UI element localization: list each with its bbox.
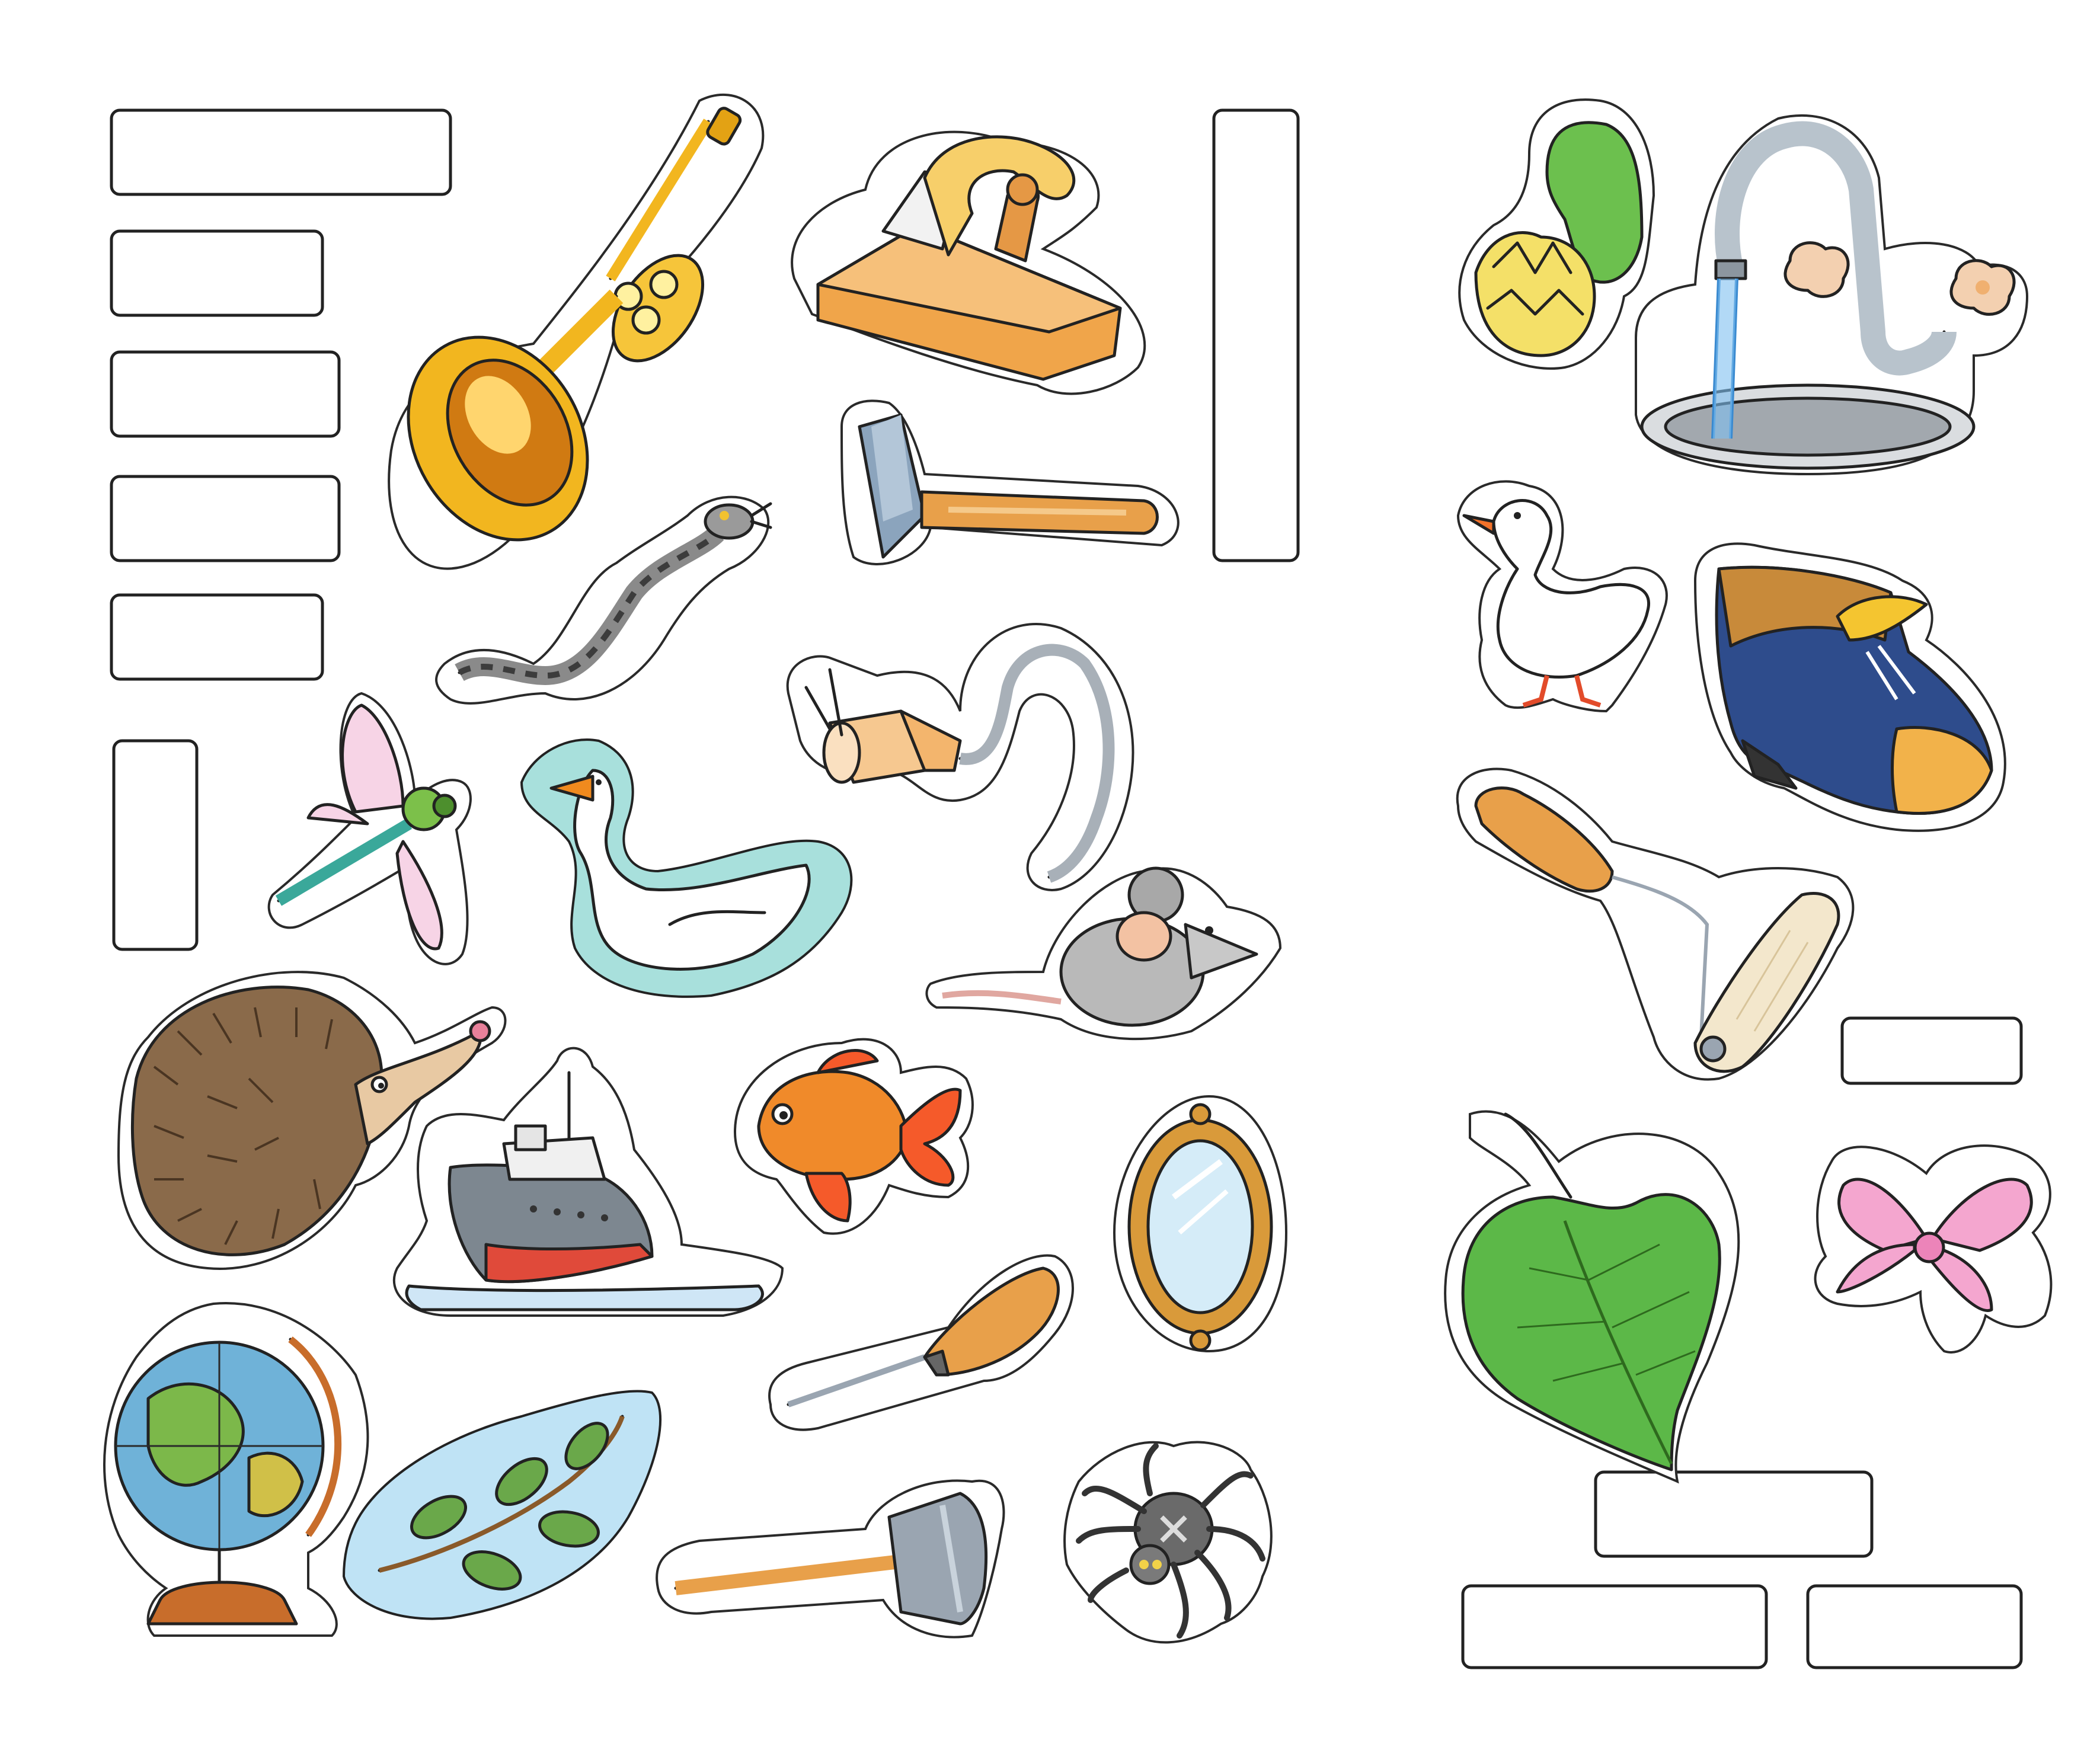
label-slot[interactable]	[110, 229, 324, 317]
ship-icon[interactable]	[393, 1047, 784, 1317]
branch-icon[interactable]	[342, 1390, 662, 1620]
label-slot[interactable]	[1806, 1584, 2023, 1669]
sticker-sheet	[0, 0, 2100, 1750]
dragonfly-icon[interactable]	[267, 692, 472, 965]
label-slot[interactable]	[110, 350, 341, 438]
label-slot[interactable]	[110, 108, 452, 196]
leaf-icon[interactable]	[1444, 1110, 1740, 1484]
label-slot[interactable]	[1212, 108, 1300, 562]
water-lily-icon[interactable]	[1458, 98, 1655, 370]
wood-plane-icon[interactable]	[791, 130, 1146, 395]
paint-roller-icon[interactable]	[1456, 767, 1855, 1081]
hammer-icon[interactable]	[840, 399, 1180, 565]
label-slot[interactable]	[1461, 1584, 1768, 1669]
label-slot[interactable]	[110, 593, 324, 681]
goldfish-icon[interactable]	[733, 1038, 974, 1235]
mouse-icon[interactable]	[925, 866, 1282, 1041]
label-slot[interactable]	[110, 475, 341, 562]
label-slot[interactable]	[1840, 1016, 2023, 1085]
label-slot[interactable]	[112, 739, 199, 951]
axe-icon[interactable]	[656, 1479, 1005, 1639]
screwdriver-icon[interactable]	[768, 1254, 1074, 1431]
shoe-icon[interactable]	[1693, 542, 2006, 832]
bow-icon[interactable]	[1814, 1144, 2053, 1354]
globe-icon[interactable]	[103, 1302, 369, 1637]
mirror-icon[interactable]	[1113, 1095, 1288, 1353]
label-slot[interactable]	[1594, 1470, 1874, 1558]
spider-icon[interactable]	[1063, 1441, 1273, 1644]
duck-icon[interactable]	[1456, 480, 1668, 713]
tap-sink-icon[interactable]	[1635, 114, 2029, 476]
swimming-goose-icon[interactable]	[520, 738, 853, 998]
